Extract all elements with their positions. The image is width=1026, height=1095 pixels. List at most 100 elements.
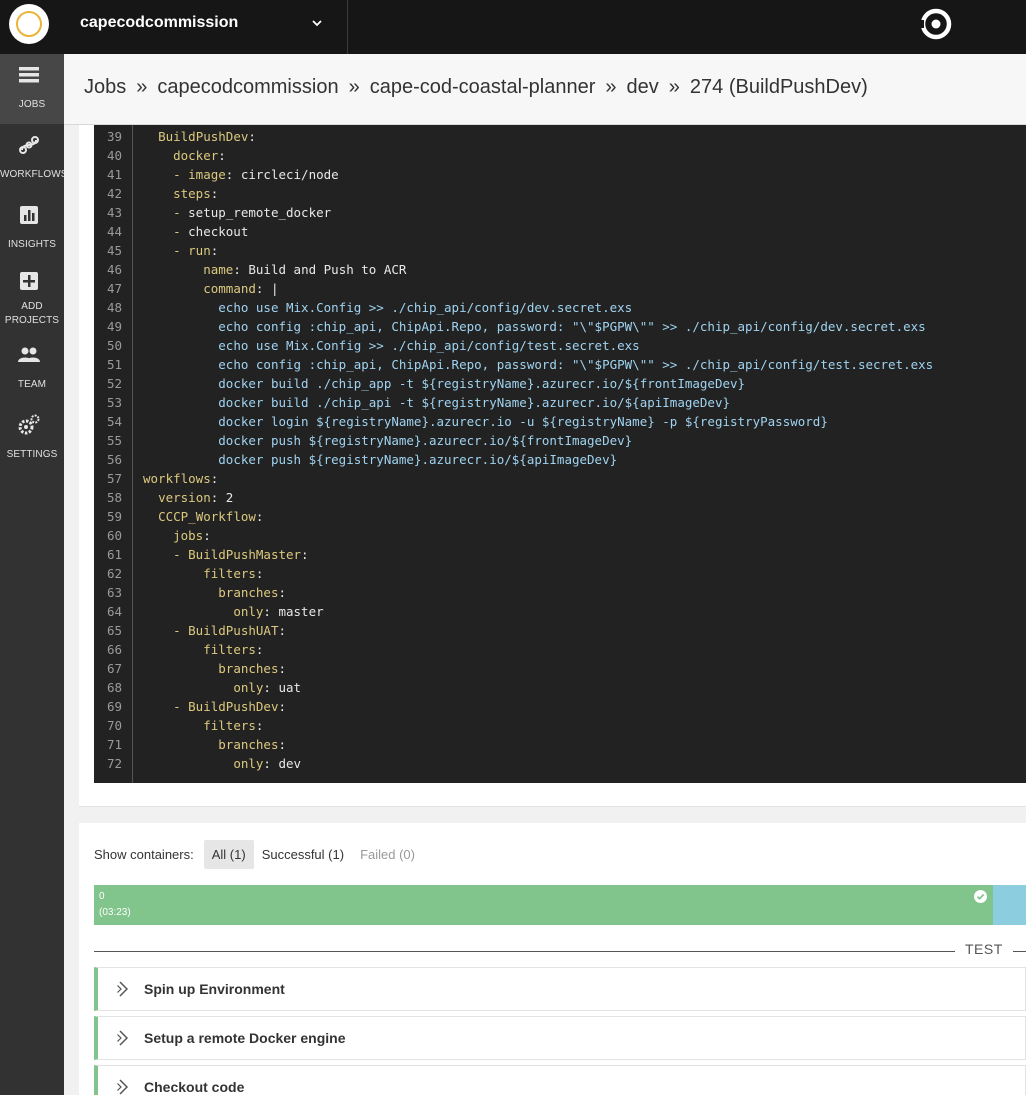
code-text: docker push ${registryName}.azurecr.io/$… (218, 433, 633, 448)
line-number: 46 (106, 262, 122, 277)
circleci-logo-icon[interactable] (920, 8, 952, 40)
code-line: 58 version: 2 (94, 488, 1026, 507)
line-number: 41 (106, 167, 122, 182)
line-number: 40 (106, 148, 122, 163)
line-number: 43 (106, 205, 122, 220)
step-title: Setup a remote Docker engine (144, 1030, 346, 1046)
line-number: 71 (106, 737, 122, 752)
filter-failed-button[interactable]: Failed (0) (352, 840, 423, 869)
line-number: 59 (106, 509, 122, 524)
code-text: workflows: (143, 471, 219, 486)
line-number: 62 (106, 566, 122, 581)
code-text: echo use Mix.Config >> ./chip_api/config… (218, 300, 633, 315)
code-line: 72 only: dev (94, 754, 1026, 773)
code-text: echo use Mix.Config >> ./chip_api/config… (218, 338, 640, 353)
container-duration: (03:23) (99, 907, 131, 918)
sidebar-item-team[interactable]: TEAM (0, 334, 64, 404)
org-switcher[interactable]: capecodcommission (64, 0, 348, 54)
step-title: Spin up Environment (144, 981, 285, 997)
code-text: - setup_remote_docker (143, 205, 332, 220)
sidebar-item-jobs[interactable]: JOBS (0, 54, 64, 124)
config-code-block: 39 BuildPushDev: 40 docker: 41 - image: ci… (94, 125, 1026, 783)
filter-successful-button[interactable]: Successful (1) (254, 840, 352, 869)
code-line: 52 docker build ./chip_app -t ${registry… (94, 374, 1026, 393)
container-bar-overflow[interactable] (993, 885, 1026, 925)
line-number: 70 (106, 718, 122, 733)
line-number: 42 (106, 186, 122, 201)
line-number: 57 (106, 471, 122, 486)
line-number: 49 (106, 319, 122, 334)
code-text: echo config :chip_api, ChipApi.Repo, pas… (218, 319, 926, 334)
team-icon (18, 347, 40, 362)
sidebar-item-insights[interactable]: INSIGHTS (0, 194, 64, 264)
line-number: 67 (106, 661, 122, 676)
breadcrumb-branch[interactable]: dev (627, 76, 659, 98)
breadcrumb-project[interactable]: cape-cod-coastal-planner (370, 76, 596, 98)
filter-all-button[interactable]: All (1) (203, 839, 254, 869)
code-line: 41 - image: circleci/node (94, 165, 1026, 184)
breadcrumb-bar: Jobs » capecodcommission » cape-cod-coastal-… (64, 54, 1026, 125)
line-number: 48 (106, 300, 122, 315)
line-number: 50 (106, 338, 122, 353)
code-line: 43 - setup_remote_docker (94, 203, 1026, 222)
line-number: 64 (106, 604, 122, 619)
code-text: filters: (203, 642, 264, 657)
code-line: 54 docker login ${registryName}.azurecr.… (94, 412, 1026, 431)
show-containers-label: Show containers: (94, 846, 194, 862)
code-text: CCCP_Workflow: (158, 509, 264, 524)
code-text: only: master (233, 604, 324, 619)
sidebar-item-workflows[interactable]: WORKFLOWS (0, 124, 67, 194)
chevron-right-icon (117, 981, 129, 997)
line-number: 61 (106, 547, 122, 562)
code-line: 42 steps: (94, 184, 1026, 203)
code-line: 68 only: uat (94, 678, 1026, 697)
code-text: - BuildPushDev: (143, 699, 286, 714)
breadcrumb-separator: » (668, 76, 680, 98)
section-divider (94, 951, 1026, 952)
container-filter-bar: Show containers: All (1) Successful (1) … (94, 839, 423, 869)
container-bar[interactable]: 0 (03:23) (94, 885, 993, 925)
code-text: only: dev (233, 756, 302, 771)
code-line: 53 docker build ./chip_api -t ${registry… (94, 393, 1026, 412)
code-text: filters: (203, 566, 264, 581)
sidebar-item-label: JOBS (18, 99, 46, 110)
code-line: 50 echo use Mix.Config >> ./chip_api/con… (94, 336, 1026, 355)
add-projects-icon (20, 272, 38, 290)
code-line: 65 - BuildPushUAT: (94, 621, 1026, 640)
sidebar: JOBS WORKFLOWS INSIGHTS ADD PROJECTS TEA… (0, 54, 67, 1095)
breadcrumb-jobs[interactable]: Jobs (84, 76, 126, 98)
top-bar: capecodcommission (0, 0, 1026, 54)
code-text: branches: (218, 661, 287, 676)
code-text: jobs: (173, 528, 211, 543)
code-line: 61 - BuildPushMaster: (94, 545, 1026, 564)
step-checkout-code[interactable]: Checkout code (94, 1065, 1026, 1095)
code-line: 40 docker: (94, 146, 1026, 165)
code-line: 60 jobs: (94, 526, 1026, 545)
code-line: 59 CCCP_Workflow: (94, 507, 1026, 526)
sidebar-item-add-projects[interactable]: ADD PROJECTS (0, 264, 64, 334)
breadcrumb-org[interactable]: capecodcommission (157, 76, 338, 98)
breadcrumb: Jobs » capecodcommission » cape-cod-coastal-… (84, 76, 868, 99)
code-text: version: 2 (158, 490, 234, 505)
code-line: 67 branches: (94, 659, 1026, 678)
section-label-test: TEST (955, 941, 1013, 957)
breadcrumb-current-job: 274 (BuildPushDev) (689, 76, 868, 98)
sidebar-item-label: TEAM (17, 379, 47, 390)
breadcrumb-separator: » (136, 76, 148, 98)
org-avatar[interactable] (9, 4, 49, 44)
line-number: 45 (106, 243, 122, 258)
jobs-icon (19, 67, 39, 83)
line-number: 55 (106, 433, 122, 448)
org-logo-container[interactable] (0, 0, 64, 54)
step-setup-remote-docker[interactable]: Setup a remote Docker engine (94, 1016, 1026, 1060)
code-line: 57 workflows: (94, 469, 1026, 488)
code-line: 69 - BuildPushDev: (94, 697, 1026, 716)
org-name: capecodcommission (80, 14, 239, 31)
main-content: 39 BuildPushDev: 40 docker: 41 - image: ci… (64, 125, 1026, 1095)
chevron-right-icon (117, 1030, 129, 1046)
code-text: - BuildPushMaster: (143, 547, 309, 562)
code-line: 70 filters: (94, 716, 1026, 735)
sidebar-item-settings[interactable]: SETTINGS (0, 404, 64, 474)
code-line: 49 echo config :chip_api, ChipApi.Repo, … (94, 317, 1026, 336)
step-spin-up-environment[interactable]: Spin up Environment (94, 967, 1026, 1011)
